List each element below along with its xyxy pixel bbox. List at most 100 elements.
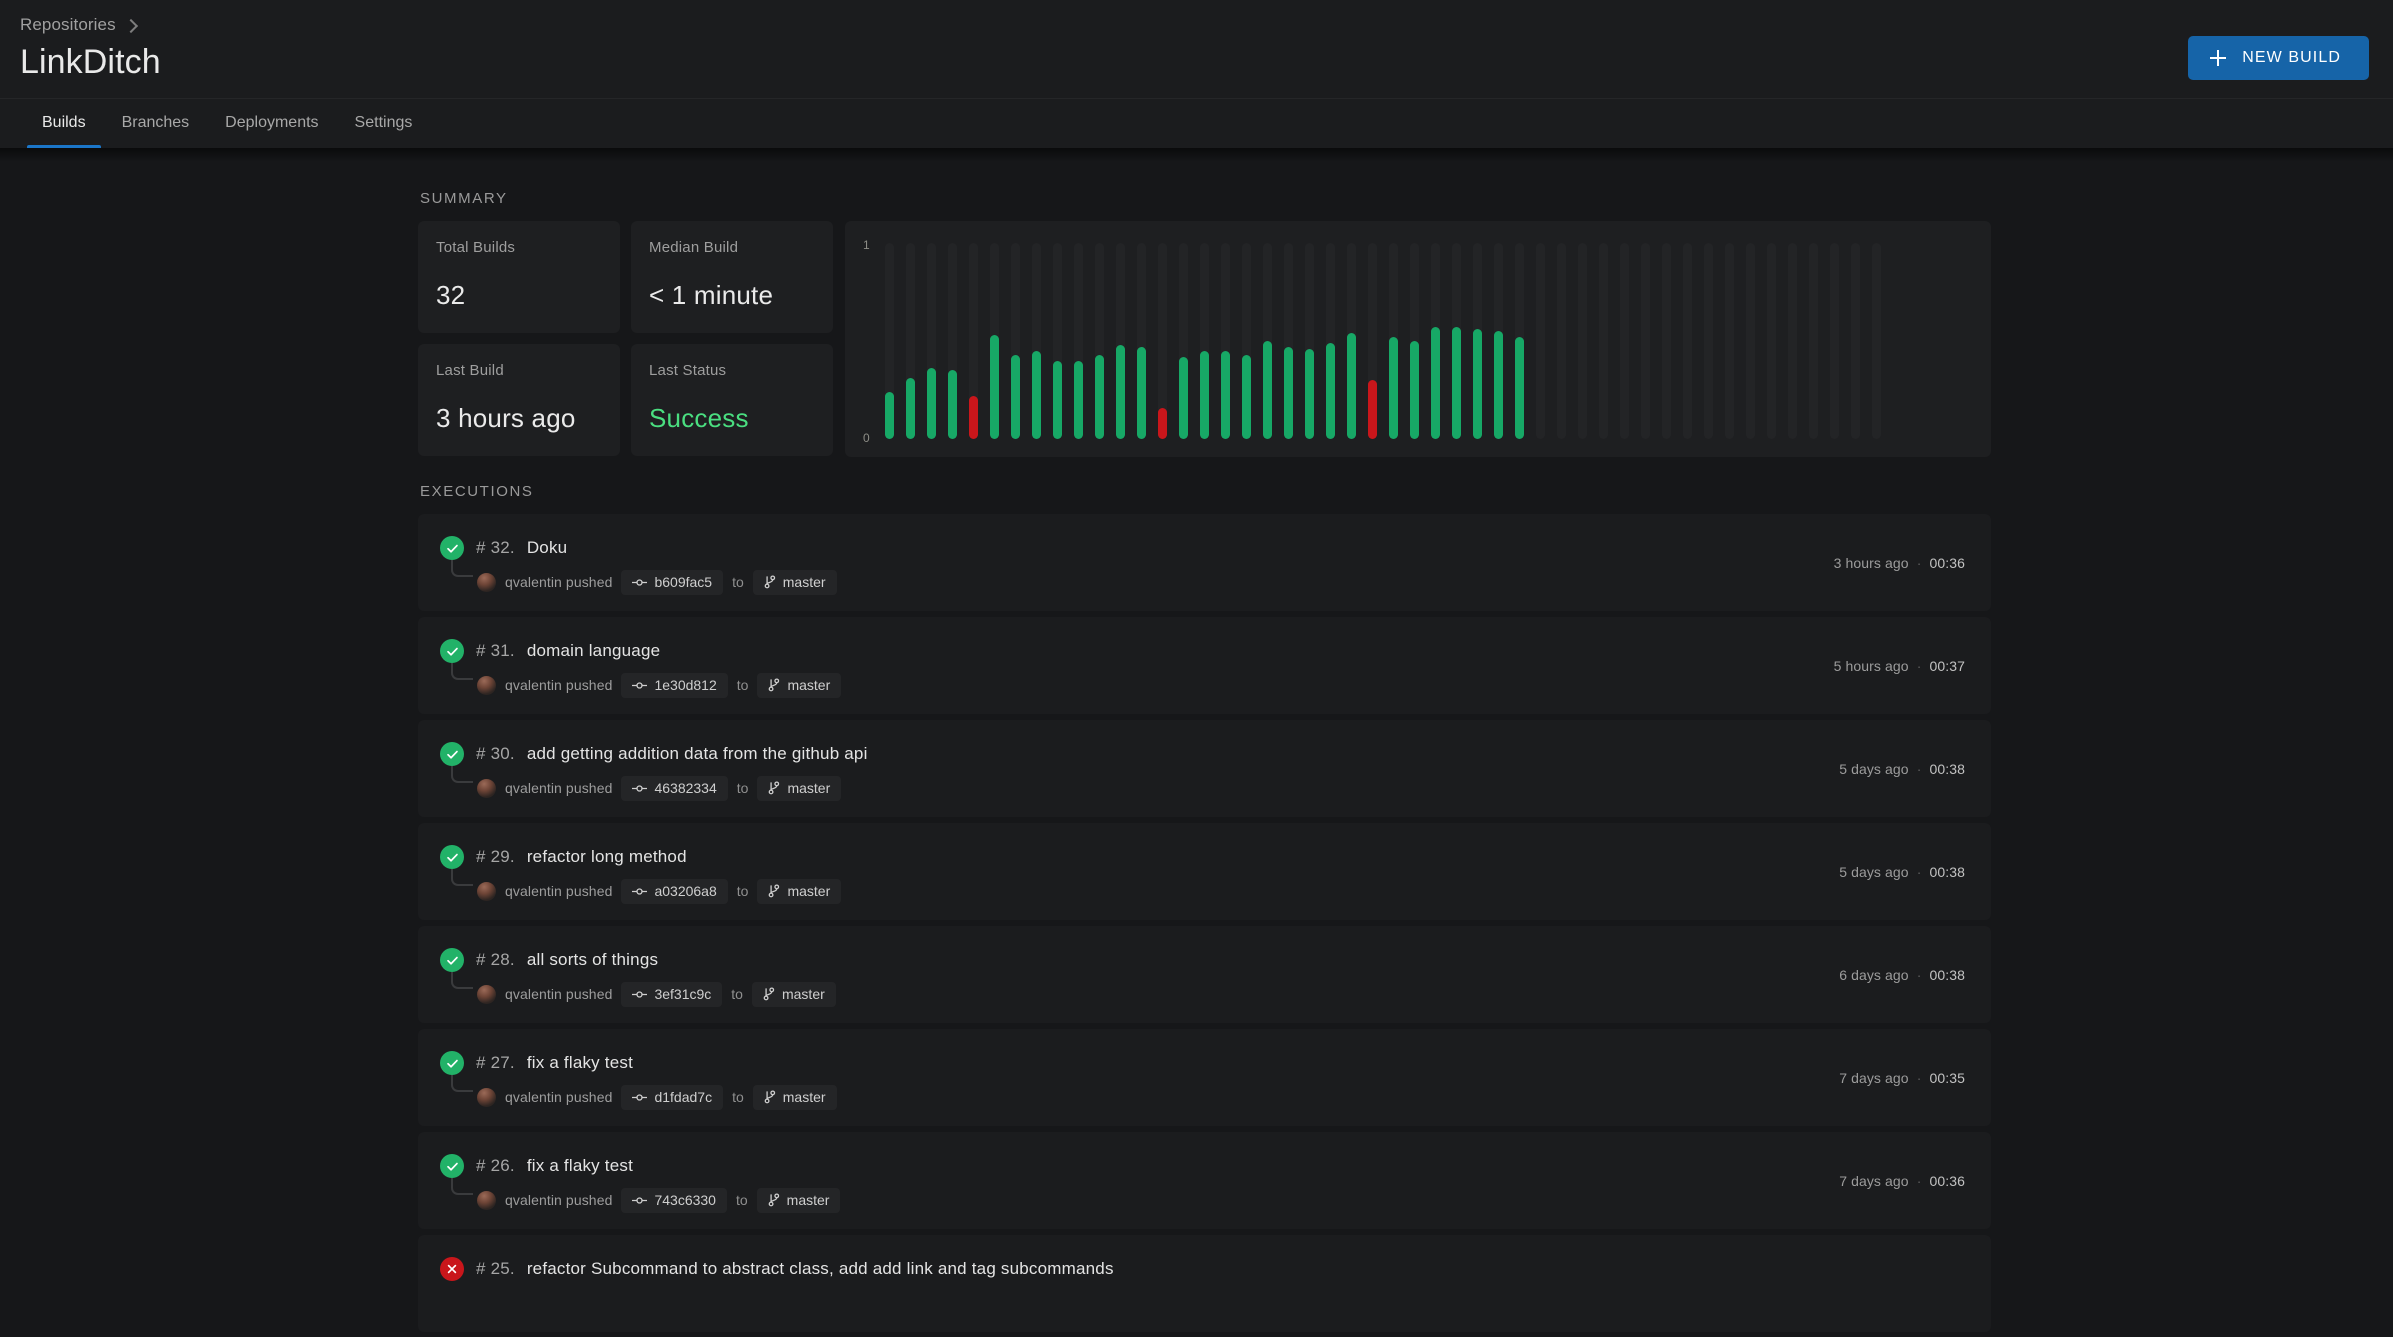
execution-title: all sorts of things [526,950,659,969]
chart-bar[interactable] [1242,243,1251,439]
chart-bar[interactable] [1116,243,1125,439]
breadcrumb-repositories-link[interactable]: Repositories [20,15,116,35]
chart-bar[interactable] [1599,243,1608,439]
execution-row[interactable]: # 30. add getting addition data from the … [418,720,1991,817]
commit-hash: 3ef31c9c [654,986,712,1002]
chart-bar[interactable] [1368,243,1377,439]
chart-bar[interactable] [1053,243,1062,439]
execution-timing: 5 hours ago · 00:37 [1834,658,1965,674]
execution-row[interactable]: # 25. refactor Subcommand to abstract cla… [418,1235,1991,1332]
execution-duration: 00:36 [1929,554,1965,571]
chart-bar[interactable] [927,243,936,439]
execution-row[interactable]: # 26. fix a flaky test qvalentin pushed 743… [418,1132,1991,1229]
branch-name: master [782,574,826,590]
stat-label: Last Status [649,362,727,379]
chart-bar[interactable] [1389,243,1398,439]
chart-bar[interactable] [1284,243,1293,439]
branch-chip[interactable]: master [757,775,842,801]
chart-bar[interactable] [1515,243,1524,439]
tab-settings[interactable]: Settings [337,98,431,148]
chart-bar[interactable] [1767,243,1776,439]
branch-chip[interactable]: master [757,878,842,904]
execution-row[interactable]: # 28. all sorts of things qvalentin pushed… [418,926,1991,1023]
chart-bar[interactable] [1683,243,1692,439]
chart-bar[interactable] [1074,243,1083,439]
execution-number: # 30. [476,744,515,763]
chart-bar[interactable] [1452,243,1461,439]
execution-row[interactable]: # 31. domain language qvalentin pushed 1e30… [418,617,1991,714]
chart-bar[interactable] [1095,243,1104,439]
execution-row[interactable]: # 32. Doku qvalentin pushed b609fac5 to maste… [418,514,1991,611]
chart-bar[interactable] [1641,243,1650,439]
chart-bar[interactable] [1872,243,1881,439]
page-title: LinkDitch [20,43,161,81]
chart-bar[interactable] [1473,243,1482,439]
chart-bar[interactable] [1704,243,1713,439]
stat-label: Median Build [649,239,739,256]
chart-bar[interactable] [906,243,915,439]
commit-chip[interactable]: 743c6330 [621,1187,727,1213]
chart-bar[interactable] [1263,243,1272,439]
branch-chip[interactable]: master [751,981,836,1007]
chart-bar[interactable] [1011,243,1020,439]
chart-bar[interactable] [1200,243,1209,439]
chart-bar[interactable] [969,243,978,439]
chart-bar[interactable] [1179,243,1188,439]
execution-row[interactable]: # 29. refactor long method qvalentin pushe… [418,823,1991,920]
avatar [477,881,496,901]
execution-meta: qvalentin pushed 743c6330 to master [451,1178,1965,1213]
chart-bar[interactable] [948,243,957,439]
chart-bar[interactable] [1431,243,1440,439]
stat-card-total-builds: Total Builds 32 [418,221,620,333]
branch-name: master [787,883,831,899]
main-content: SUMMARY Total Builds 32 Median Build < 1 mi… [0,162,2393,1332]
execution-title-line: # 30. add getting addition data from the … [440,742,1965,766]
check-circle-icon [440,845,464,869]
commit-hash: d1fdad7c [654,1089,713,1105]
chart-bars [885,243,1881,439]
chart-bar[interactable] [1746,243,1755,439]
commit-chip[interactable]: 46382334 [621,775,728,801]
chart-bar[interactable] [885,243,894,439]
chart-bar[interactable] [1494,243,1503,439]
tab-builds[interactable]: Builds [24,98,104,148]
chart-bar[interactable] [1725,243,1734,439]
branch-name: master [786,1192,830,1208]
commit-chip[interactable]: d1fdad7c [621,1084,724,1110]
branch-name: master [782,1089,826,1105]
chart-bar[interactable] [1032,243,1041,439]
chart-bar[interactable] [1830,243,1839,439]
chart-bar[interactable] [1578,243,1587,439]
build-history-chart: 1 0 [845,221,1991,457]
commit-chip[interactable]: 1e30d812 [621,672,728,698]
chart-bar[interactable] [990,243,999,439]
chart-bar[interactable] [1851,243,1860,439]
branch-chip[interactable]: master [752,569,837,595]
x-circle-icon [440,1257,464,1281]
chart-bar[interactable] [1620,243,1629,439]
chart-bar[interactable] [1557,243,1566,439]
commit-chip[interactable]: a03206a8 [621,878,728,904]
chart-bar[interactable] [1137,243,1146,439]
branch-chip[interactable]: master [756,1187,841,1213]
execution-row[interactable]: # 27. fix a flaky test qvalentin pushed d1f… [418,1029,1991,1126]
branch-name: master [781,986,825,1002]
chart-bar[interactable] [1221,243,1230,439]
new-build-button[interactable]: NEW BUILD [2188,36,2369,80]
branch-chip[interactable]: master [757,672,842,698]
commit-chip[interactable]: b609fac5 [621,569,724,595]
execution-time-ago: 5 hours ago [1833,657,1909,674]
tab-branches[interactable]: Branches [104,98,208,148]
chart-bar[interactable] [1788,243,1797,439]
chart-bar[interactable] [1347,243,1356,439]
chart-bar[interactable] [1410,243,1419,439]
chart-bar[interactable] [1536,243,1545,439]
commit-chip[interactable]: 3ef31c9c [621,981,723,1007]
chart-bar[interactable] [1305,243,1314,439]
chart-bar[interactable] [1809,243,1818,439]
chart-bar[interactable] [1158,243,1167,439]
chart-bar[interactable] [1662,243,1671,439]
chart-bar[interactable] [1326,243,1335,439]
branch-chip[interactable]: master [752,1084,837,1110]
tab-deployments[interactable]: Deployments [207,98,336,148]
